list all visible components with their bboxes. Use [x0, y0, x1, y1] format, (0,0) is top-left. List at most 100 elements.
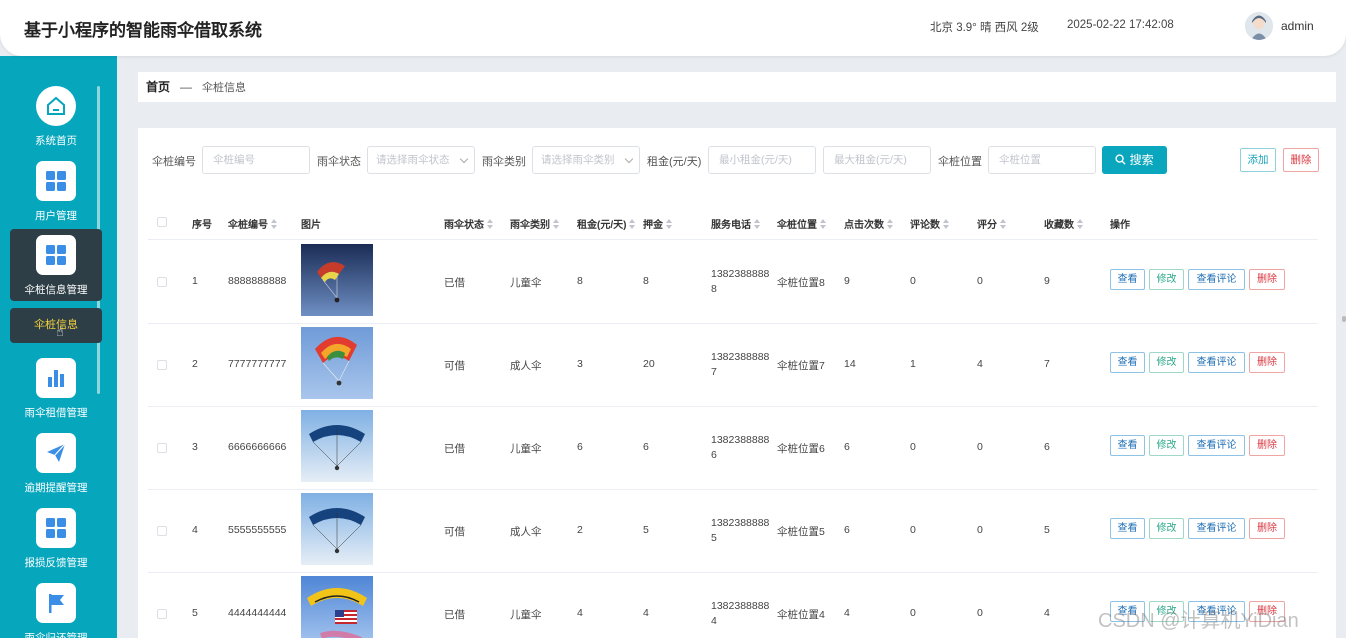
avatar[interactable] — [1245, 12, 1273, 40]
delete-button[interactable]: 删除 — [1249, 352, 1285, 373]
edit-button[interactable]: 修改 — [1149, 269, 1184, 290]
col-deposit[interactable]: 押金 — [643, 216, 673, 231]
col-phone-label: 服务电话 — [711, 220, 751, 231]
sidebar-item-overdue[interactable]: 逾期提醒管理 — [10, 433, 102, 503]
col-rating[interactable]: 评分 — [977, 216, 1007, 231]
cell-index: 1 — [192, 275, 198, 287]
cell-favorites: 5 — [1044, 524, 1050, 536]
datetime: 2025-02-22 17:42:08 — [1067, 19, 1174, 31]
umbrella-image[interactable] — [301, 576, 373, 638]
cell-comments: 0 — [910, 524, 916, 536]
cell-favorites: 7 — [1044, 358, 1050, 370]
view-button[interactable]: 查看 — [1110, 518, 1145, 539]
view-button[interactable]: 查看 — [1110, 269, 1145, 290]
view-comments-button[interactable]: 查看评论 — [1188, 518, 1245, 539]
umbrella-image[interactable] — [301, 327, 373, 399]
edit-button[interactable]: 修改 — [1149, 352, 1184, 373]
view-comments-button[interactable]: 查看评论 — [1188, 435, 1245, 456]
cell-comments: 0 — [910, 441, 916, 453]
bar-chart-icon — [36, 358, 76, 398]
cell-clicks: 4 — [844, 607, 850, 619]
cell-comments: 1 — [910, 358, 916, 370]
sidebar-item-return[interactable]: 雨伞归还管理 — [10, 583, 102, 638]
rent-max-input[interactable]: 最大租金(元/天) — [823, 146, 931, 174]
sidebar-subitem-pile-info[interactable]: 伞桩信息 ☝ — [10, 308, 102, 343]
cell-rating: 0 — [977, 607, 983, 619]
select-all-checkbox[interactable] — [157, 217, 167, 227]
status-select[interactable]: 请选择雨伞状态 — [367, 146, 475, 174]
breadcrumb-separator: — — [180, 80, 193, 94]
chevron-down-icon — [624, 154, 634, 164]
sidebar-item-damage[interactable]: 报损反馈管理 — [10, 508, 102, 578]
cell-phone: 1382388888 5 — [711, 516, 769, 546]
type-select[interactable]: 请选择雨伞类别 — [532, 146, 640, 174]
row-checkbox[interactable] — [157, 526, 167, 536]
weather-info: 北京 3.9° 晴 西风 2级 — [930, 22, 1039, 34]
cell-pile-no: 5555555555 — [228, 524, 287, 536]
sidebar-item-pile-info[interactable]: 伞桩信息管理 — [10, 229, 102, 301]
cell-clicks: 14 — [844, 358, 856, 370]
grid-icon — [36, 508, 76, 548]
col-pile-no[interactable]: 伞桩编号 — [228, 216, 278, 231]
cell-type: 儿童伞 — [510, 277, 542, 289]
rent-min-input[interactable]: 最小租金(元/天) — [708, 146, 816, 174]
username[interactable]: admin — [1281, 19, 1314, 33]
row-checkbox[interactable] — [157, 443, 167, 453]
sort-icon — [943, 219, 950, 229]
delete-button[interactable]: 删除 — [1249, 435, 1285, 456]
col-phone[interactable]: 服务电话 — [711, 216, 761, 231]
cell-deposit: 8 — [643, 275, 649, 287]
main-panel: 伞桩编号 伞桩编号 雨伞状态 请选择雨伞状态 雨伞类别 请选择雨伞类别 租金(元… — [138, 128, 1336, 638]
batch-delete-button[interactable]: 删除 — [1283, 148, 1319, 172]
view-button[interactable]: 查看 — [1110, 352, 1145, 373]
col-clicks[interactable]: 点击次数 — [844, 216, 894, 231]
delete-button[interactable]: 删除 — [1249, 269, 1285, 290]
col-location[interactable]: 伞桩位置 — [777, 216, 827, 231]
watermark: CSDN @计算机YiDian — [1098, 610, 1299, 632]
cell-deposit: 4 — [643, 607, 649, 619]
col-rent[interactable]: 租金(元/天) — [577, 216, 636, 231]
umbrella-image[interactable] — [301, 493, 373, 565]
breadcrumb-home[interactable]: 首页 — [146, 80, 170, 94]
sidebar-item-label: 雨伞租借管理 — [24, 407, 88, 419]
row-checkbox[interactable] — [157, 360, 167, 370]
col-image: 图片 — [301, 220, 321, 231]
col-status[interactable]: 雨伞状态 — [444, 216, 494, 231]
edit-button[interactable]: 修改 — [1149, 435, 1184, 456]
sort-icon — [1000, 219, 1007, 229]
edit-button[interactable]: 修改 — [1149, 518, 1184, 539]
cell-pile-no: 4444444444 — [228, 607, 287, 619]
sort-icon — [629, 219, 636, 229]
view-comments-button[interactable]: 查看评论 — [1188, 352, 1245, 373]
cell-clicks: 9 — [844, 275, 850, 287]
scroll-indicator[interactable] — [1342, 316, 1346, 322]
col-comments[interactable]: 评论数 — [910, 216, 950, 231]
sidebar-item-users[interactable]: 用户管理 — [10, 161, 102, 231]
view-comments-button[interactable]: 查看评论 — [1188, 269, 1245, 290]
pile-no-input[interactable]: 伞桩编号 — [202, 146, 310, 174]
col-favorites-label: 收藏数 — [1044, 220, 1074, 231]
grid-icon — [36, 161, 76, 201]
cell-favorites: 4 — [1044, 607, 1050, 619]
sidebar-item-home[interactable]: 系统首页 — [10, 86, 102, 156]
col-type[interactable]: 雨伞类别 — [510, 216, 560, 231]
cell-status: 已借 — [444, 609, 465, 621]
col-favorites[interactable]: 收藏数 — [1044, 216, 1084, 231]
sort-icon — [887, 219, 894, 229]
cell-index: 4 — [192, 524, 198, 536]
cell-comments: 0 — [910, 275, 916, 287]
sidebar-item-label: 用户管理 — [35, 210, 77, 222]
cell-location: 伞桩位置7 — [777, 360, 825, 372]
row-checkbox[interactable] — [157, 609, 167, 619]
cell-rent: 6 — [577, 441, 583, 453]
sidebar-item-rental[interactable]: 雨伞租借管理 — [10, 358, 102, 428]
delete-button[interactable]: 删除 — [1249, 518, 1285, 539]
location-input[interactable]: 伞桩位置 — [988, 146, 1096, 174]
row-checkbox[interactable] — [157, 277, 167, 287]
search-button[interactable]: 搜索 — [1102, 146, 1167, 174]
umbrella-image[interactable] — [301, 410, 373, 482]
add-button[interactable]: 添加 — [1240, 148, 1276, 172]
umbrella-image[interactable] — [301, 244, 373, 316]
view-button[interactable]: 查看 — [1110, 435, 1145, 456]
cell-deposit: 20 — [643, 358, 655, 370]
